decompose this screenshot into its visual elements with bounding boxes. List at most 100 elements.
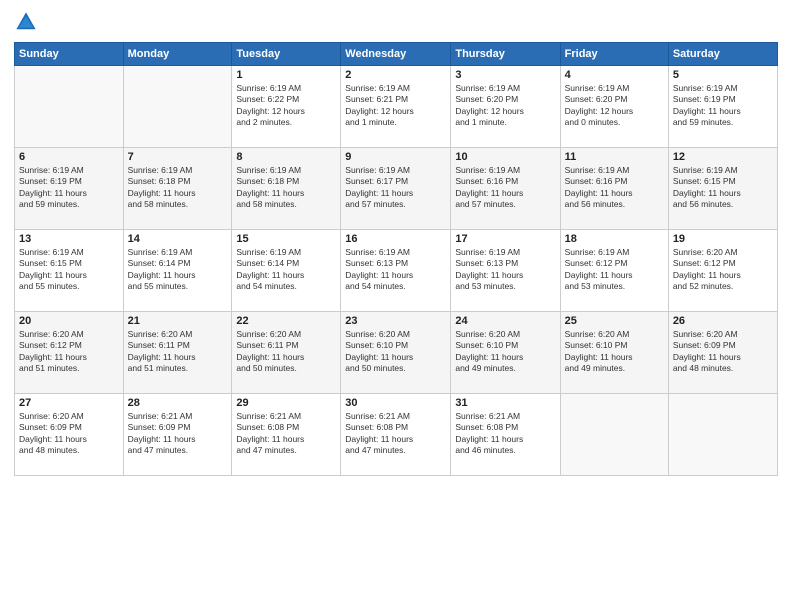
day-info: Sunrise: 6:19 AMSunset: 6:13 PMDaylight:… [345, 247, 446, 293]
day-number: 22 [236, 315, 336, 327]
day-number: 18 [565, 233, 664, 245]
day-number: 31 [455, 397, 555, 409]
day-number: 7 [128, 151, 228, 163]
calendar-day-header: Thursday [451, 43, 560, 66]
calendar-day-cell: 29 Sunrise: 6:21 AMSunset: 6:08 PMDayligh… [232, 394, 341, 476]
day-number: 5 [673, 69, 773, 81]
day-info: Sunrise: 6:19 AMSunset: 6:15 PMDaylight:… [19, 247, 119, 293]
calendar-day-cell: 13 Sunrise: 6:19 AMSunset: 6:15 PMDayligh… [15, 230, 124, 312]
day-info: Sunrise: 6:20 AMSunset: 6:12 PMDaylight:… [673, 247, 773, 293]
day-info: Sunrise: 6:20 AMSunset: 6:10 PMDaylight:… [455, 329, 555, 375]
calendar-day-cell: 1Sunrise: 6:19 AMSunset: 6:22 PMDaylight… [232, 66, 341, 148]
calendar-day-header: Monday [123, 43, 232, 66]
day-info: Sunrise: 6:19 AMSunset: 6:15 PMDaylight:… [673, 165, 773, 211]
calendar-week-row: 20 Sunrise: 6:20 AMSunset: 6:12 PMDayligh… [15, 312, 778, 394]
calendar-day-cell: 21Sunrise: 6:20 AMSunset: 6:11 PMDayligh… [123, 312, 232, 394]
day-info: Sunrise: 6:19 AMSunset: 6:12 PMDaylight:… [565, 247, 664, 293]
day-number: 8 [236, 151, 336, 163]
calendar-week-row: 6Sunrise: 6:19 AMSunset: 6:19 PMDaylight… [15, 148, 778, 230]
day-info: Sunrise: 6:19 AMSunset: 6:17 PMDaylight:… [345, 165, 446, 211]
calendar-day-cell: 25 Sunrise: 6:20 AMSunset: 6:10 PMDayligh… [560, 312, 668, 394]
day-info: Sunrise: 6:20 AMSunset: 6:10 PMDaylight:… [565, 329, 664, 375]
calendar-day-cell: 22Sunrise: 6:20 AMSunset: 6:11 PMDayligh… [232, 312, 341, 394]
day-info: Sunrise: 6:21 AMSunset: 6:08 PMDaylight:… [236, 411, 336, 457]
calendar-day-header: Wednesday [341, 43, 451, 66]
day-info: Sunrise: 6:19 AMSunset: 6:19 PMDaylight:… [673, 83, 773, 129]
day-number: 28 [128, 397, 228, 409]
calendar-day-cell: 8 Sunrise: 6:19 AMSunset: 6:18 PMDaylight… [232, 148, 341, 230]
calendar-header-row: SundayMondayTuesdayWednesdayThursdayFrid… [15, 43, 778, 66]
calendar-day-cell: 28 Sunrise: 6:21 AMSunset: 6:09 PMDayligh… [123, 394, 232, 476]
calendar-day-cell: 27 Sunrise: 6:20 AMSunset: 6:09 PMDayligh… [15, 394, 124, 476]
calendar-day-cell: 4Sunrise: 6:19 AMSunset: 6:20 PMDaylight… [560, 66, 668, 148]
day-number: 21 [128, 315, 228, 327]
calendar-day-cell: 11Sunrise: 6:19 AMSunset: 6:16 PMDayligh… [560, 148, 668, 230]
day-info: Sunrise: 6:19 AMSunset: 6:19 PMDaylight:… [19, 165, 119, 211]
calendar-day-cell: 14 Sunrise: 6:19 AMSunset: 6:14 PMDayligh… [123, 230, 232, 312]
calendar-day-cell: 30 Sunrise: 6:21 AMSunset: 6:08 PMDayligh… [341, 394, 451, 476]
calendar-day-header: Sunday [15, 43, 124, 66]
calendar-day-header: Saturday [668, 43, 777, 66]
logo-icon [14, 10, 38, 34]
calendar-day-cell: 9 Sunrise: 6:19 AMSunset: 6:17 PMDaylight… [341, 148, 451, 230]
day-info: Sunrise: 6:21 AMSunset: 6:08 PMDaylight:… [455, 411, 555, 457]
calendar-day-cell: 19 Sunrise: 6:20 AMSunset: 6:12 PMDayligh… [668, 230, 777, 312]
day-number: 13 [19, 233, 119, 245]
calendar-day-cell: 2 Sunrise: 6:19 AMSunset: 6:21 PMDaylight… [341, 66, 451, 148]
day-number: 17 [455, 233, 555, 245]
day-number: 16 [345, 233, 446, 245]
day-info: Sunrise: 6:19 AMSunset: 6:18 PMDaylight:… [236, 165, 336, 211]
calendar-day-cell [560, 394, 668, 476]
calendar-day-cell: 26Sunrise: 6:20 AMSunset: 6:09 PMDayligh… [668, 312, 777, 394]
day-info: Sunrise: 6:19 AMSunset: 6:14 PMDaylight:… [236, 247, 336, 293]
calendar-week-row: 1Sunrise: 6:19 AMSunset: 6:22 PMDaylight… [15, 66, 778, 148]
calendar-day-cell: 12 Sunrise: 6:19 AMSunset: 6:15 PMDayligh… [668, 148, 777, 230]
day-number: 29 [236, 397, 336, 409]
day-info: Sunrise: 6:21 AMSunset: 6:09 PMDaylight:… [128, 411, 228, 457]
calendar-day-header: Friday [560, 43, 668, 66]
calendar-table: SundayMondayTuesdayWednesdayThursdayFrid… [14, 42, 778, 476]
day-info: Sunrise: 6:19 AMSunset: 6:20 PMDaylight:… [455, 83, 555, 129]
day-info: Sunrise: 6:21 AMSunset: 6:08 PMDaylight:… [345, 411, 446, 457]
day-number: 3 [455, 69, 555, 81]
calendar-day-cell: 31 Sunrise: 6:21 AMSunset: 6:08 PMDayligh… [451, 394, 560, 476]
calendar-day-header: Tuesday [232, 43, 341, 66]
day-number: 25 [565, 315, 664, 327]
calendar-day-cell: 3 Sunrise: 6:19 AMSunset: 6:20 PMDaylight… [451, 66, 560, 148]
day-info: Sunrise: 6:19 AMSunset: 6:21 PMDaylight:… [345, 83, 446, 129]
calendar-day-cell [668, 394, 777, 476]
day-number: 9 [345, 151, 446, 163]
day-info: Sunrise: 6:20 AMSunset: 6:09 PMDaylight:… [19, 411, 119, 457]
day-number: 20 [19, 315, 119, 327]
day-number: 14 [128, 233, 228, 245]
day-number: 2 [345, 69, 446, 81]
day-number: 12 [673, 151, 773, 163]
day-number: 30 [345, 397, 446, 409]
calendar-day-cell: 15 Sunrise: 6:19 AMSunset: 6:14 PMDayligh… [232, 230, 341, 312]
calendar-day-cell: 17 Sunrise: 6:19 AMSunset: 6:13 PMDayligh… [451, 230, 560, 312]
calendar-day-cell: 24Sunrise: 6:20 AMSunset: 6:10 PMDayligh… [451, 312, 560, 394]
calendar-day-cell: 23Sunrise: 6:20 AMSunset: 6:10 PMDayligh… [341, 312, 451, 394]
page: SundayMondayTuesdayWednesdayThursdayFrid… [0, 0, 792, 612]
calendar-day-cell [123, 66, 232, 148]
day-number: 15 [236, 233, 336, 245]
day-info: Sunrise: 6:19 AMSunset: 6:20 PMDaylight:… [565, 83, 664, 129]
day-info: Sunrise: 6:20 AMSunset: 6:09 PMDaylight:… [673, 329, 773, 375]
day-info: Sunrise: 6:19 AMSunset: 6:13 PMDaylight:… [455, 247, 555, 293]
calendar-day-cell: 5 Sunrise: 6:19 AMSunset: 6:19 PMDaylight… [668, 66, 777, 148]
day-number: 11 [565, 151, 664, 163]
day-number: 27 [19, 397, 119, 409]
day-info: Sunrise: 6:20 AMSunset: 6:10 PMDaylight:… [345, 329, 446, 375]
day-number: 19 [673, 233, 773, 245]
day-info: Sunrise: 6:19 AMSunset: 6:16 PMDaylight:… [455, 165, 555, 211]
calendar-day-cell [15, 66, 124, 148]
calendar-day-cell: 10 Sunrise: 6:19 AMSunset: 6:16 PMDayligh… [451, 148, 560, 230]
calendar-day-cell: 16 Sunrise: 6:19 AMSunset: 6:13 PMDayligh… [341, 230, 451, 312]
calendar-day-cell: 7Sunrise: 6:19 AMSunset: 6:18 PMDaylight… [123, 148, 232, 230]
day-number: 1 [236, 69, 336, 81]
day-number: 10 [455, 151, 555, 163]
day-info: Sunrise: 6:19 AMSunset: 6:14 PMDaylight:… [128, 247, 228, 293]
calendar-week-row: 13 Sunrise: 6:19 AMSunset: 6:15 PMDayligh… [15, 230, 778, 312]
header [14, 10, 778, 34]
day-info: Sunrise: 6:20 AMSunset: 6:12 PMDaylight:… [19, 329, 119, 375]
